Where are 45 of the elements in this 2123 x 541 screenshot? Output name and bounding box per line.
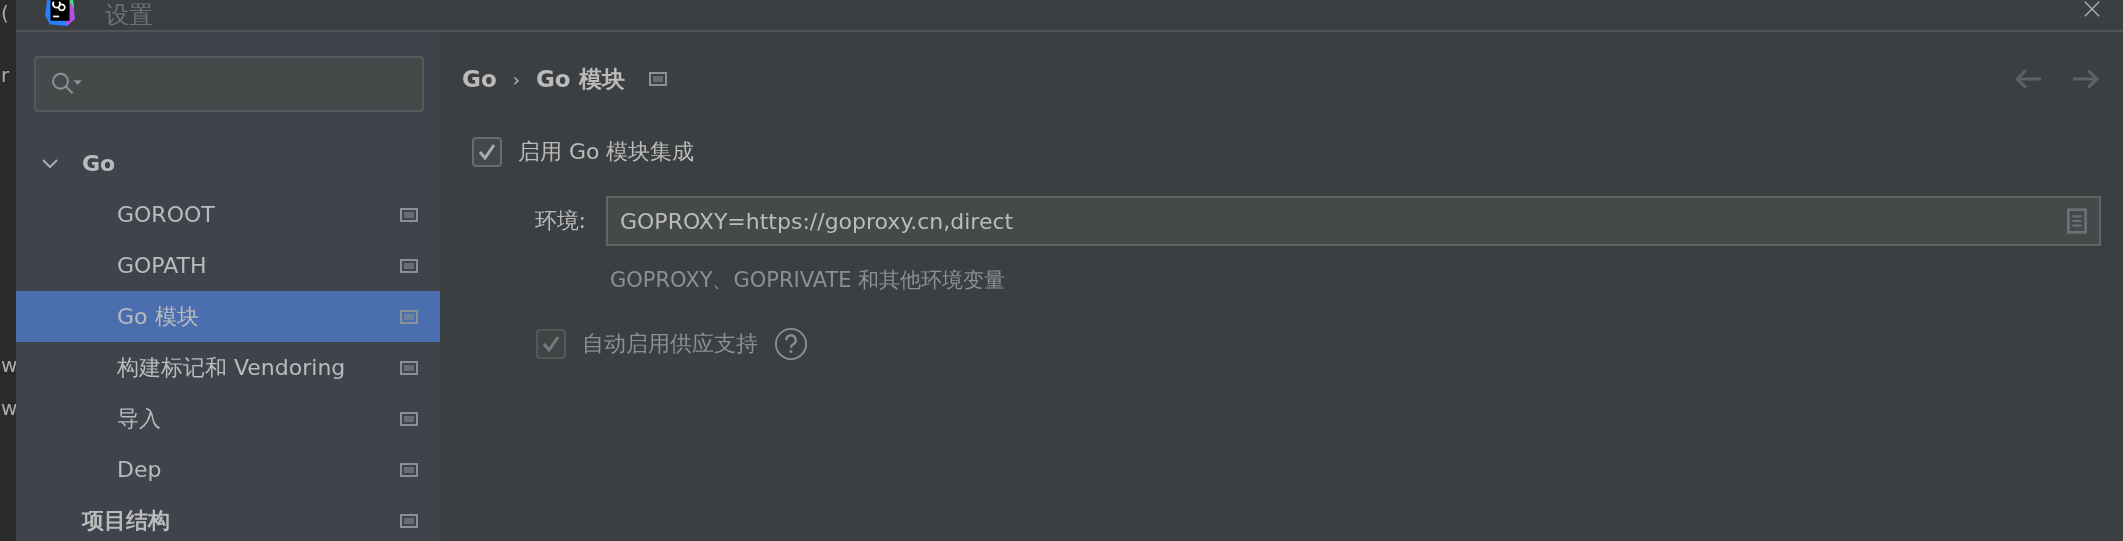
field-hint: GOPROXY、GOPRIVATE 和其他环境变量 bbox=[610, 267, 1007, 294]
panel-icon bbox=[400, 360, 418, 375]
panel-icon bbox=[400, 309, 418, 324]
breadcrumb-separator: › bbox=[512, 68, 520, 90]
tree-item[interactable]: Go 模块 bbox=[16, 291, 440, 342]
search-icon bbox=[50, 71, 84, 97]
item-label: Go bbox=[82, 151, 116, 176]
panel-icon bbox=[400, 513, 418, 528]
background-text: w bbox=[1, 395, 16, 422]
tree-item[interactable]: Dep bbox=[16, 444, 440, 495]
field-label: 环境: bbox=[533, 207, 587, 235]
item-label: GOROOT bbox=[117, 202, 215, 227]
panel-icon bbox=[648, 72, 667, 86]
tree-item[interactable]: GOROOT bbox=[16, 189, 440, 240]
tree-item[interactable]: 项目结构 bbox=[16, 495, 440, 541]
app-logo-icon bbox=[42, 0, 78, 26]
item-label: 导入 bbox=[117, 404, 161, 433]
back-arrow-icon[interactable] bbox=[2013, 67, 2043, 91]
document-icon[interactable] bbox=[2067, 208, 2087, 234]
tree-item[interactable]: Go bbox=[16, 138, 440, 189]
background-text: w bbox=[1, 352, 16, 379]
breadcrumb-item[interactable]: Go bbox=[462, 66, 497, 92]
close-icon[interactable] bbox=[2083, 0, 2101, 18]
panel-icon bbox=[400, 462, 418, 477]
item-label: Dep bbox=[117, 457, 162, 482]
forward-arrow-icon[interactable] bbox=[2071, 67, 2101, 91]
tree-item[interactable]: 导入 bbox=[16, 393, 440, 444]
breadcrumb-item[interactable]: Go 模块 bbox=[535, 63, 625, 95]
search-field[interactable] bbox=[34, 56, 424, 112]
item-label: Go 模块 bbox=[117, 302, 199, 331]
environment-field[interactable]: GOPROXY=https://goproxy.cn,direct bbox=[606, 196, 2101, 246]
item-label: 项目结构 bbox=[82, 506, 170, 535]
background-text: r bbox=[1, 62, 10, 89]
chevron-down-icon[interactable] bbox=[42, 158, 58, 169]
tree-item[interactable]: GOPATH bbox=[16, 240, 440, 291]
item-label: GOPATH bbox=[117, 253, 207, 278]
checkbox[interactable] bbox=[472, 137, 502, 167]
tree-item[interactable]: 构建标记和 Vendoring bbox=[16, 342, 440, 393]
checkbox-label: 自动启用供应支持 bbox=[582, 330, 758, 358]
checkbox-label: 启用 Go 模块集成 bbox=[518, 138, 695, 166]
item-label: 构建标记和 Vendoring bbox=[117, 353, 346, 382]
panel-icon bbox=[400, 258, 418, 273]
background-text: ( bbox=[1, 0, 9, 26]
panel-icon bbox=[400, 207, 418, 222]
panel-icon bbox=[400, 411, 418, 426]
